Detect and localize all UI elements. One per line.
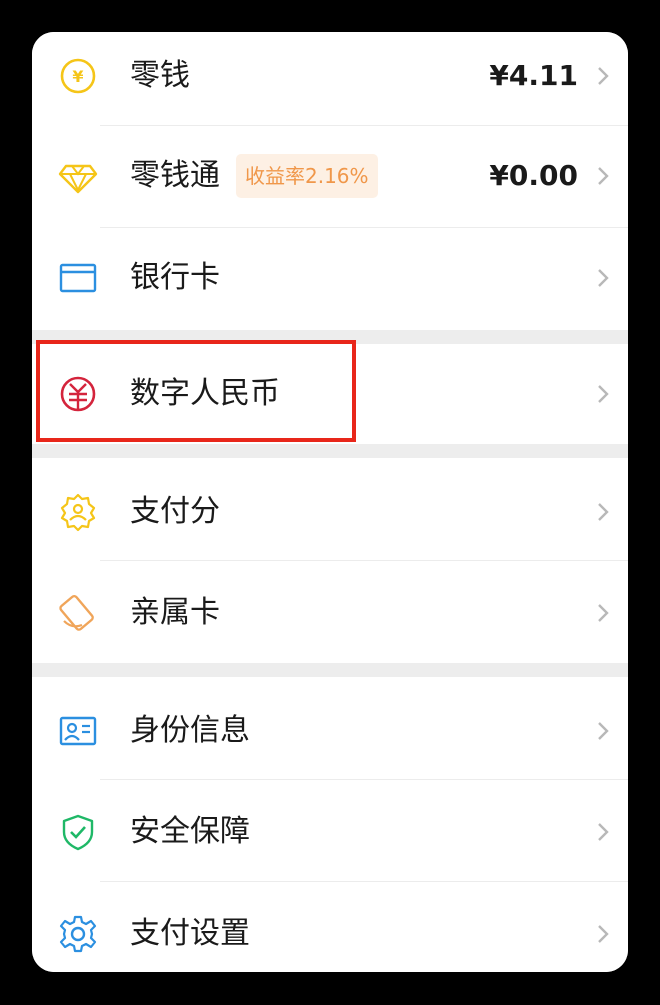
wallet-row-label: 零钱 xyxy=(130,58,190,93)
family-card-icon xyxy=(58,593,98,633)
wallet-row-label: 安全保障 xyxy=(130,814,250,849)
wallet-menu-card: ¥ 零钱 ¥4.11 零钱通 收益率2.16% ¥0.00 银行卡 数字人民币 … xyxy=(32,32,628,972)
yield-rate-badge: 收益率2.16% xyxy=(236,154,378,198)
section-gap xyxy=(32,663,628,677)
balance-value: ¥0.00 xyxy=(489,159,578,192)
chevron-right-icon xyxy=(596,56,610,96)
wallet-row-label: 身份信息 xyxy=(130,713,250,748)
chevron-right-icon xyxy=(596,711,610,751)
wallet-row-change[interactable]: ¥ 零钱 ¥4.11 xyxy=(32,32,628,128)
wallet-row-label: 支付分 xyxy=(130,494,220,529)
id-card-icon xyxy=(58,711,98,751)
wallet-row-pay-score[interactable]: 支付分 xyxy=(32,458,628,560)
shield-check-icon xyxy=(58,812,98,852)
bank-card-icon xyxy=(58,258,98,298)
wallet-row-change-pass[interactable]: 零钱通 收益率2.16% ¥0.00 xyxy=(32,126,628,228)
wallet-row-bank-card[interactable]: 银行卡 xyxy=(32,228,628,330)
wallet-row-pay-settings[interactable]: 支付设置 xyxy=(32,882,628,972)
highlight-box xyxy=(36,340,356,442)
chevron-right-icon xyxy=(596,492,610,532)
wallet-row-label: 支付设置 xyxy=(130,916,250,951)
wallet-row-label: 银行卡 xyxy=(130,260,220,295)
chevron-right-icon xyxy=(596,593,610,633)
chevron-right-icon xyxy=(596,258,610,298)
wallet-row-security[interactable]: 安全保障 xyxy=(32,780,628,882)
diamond-icon xyxy=(58,156,98,196)
chevron-right-icon xyxy=(596,374,610,414)
wallet-row-label: 亲属卡 xyxy=(130,595,220,630)
section-gap xyxy=(32,444,628,458)
wallet-row-label: 零钱通 xyxy=(130,158,220,193)
gear-icon xyxy=(58,914,98,954)
balance-value: ¥4.11 xyxy=(489,59,578,92)
svg-text:¥: ¥ xyxy=(72,67,83,86)
wallet-row-family-card[interactable]: 亲属卡 xyxy=(32,561,628,663)
chevron-right-icon xyxy=(596,156,610,196)
pay-score-icon xyxy=(58,492,98,532)
chevron-right-icon xyxy=(596,812,610,852)
wallet-row-identity[interactable]: 身份信息 xyxy=(32,677,628,779)
yuan-coin-icon: ¥ xyxy=(58,56,98,96)
chevron-right-icon xyxy=(596,914,610,954)
